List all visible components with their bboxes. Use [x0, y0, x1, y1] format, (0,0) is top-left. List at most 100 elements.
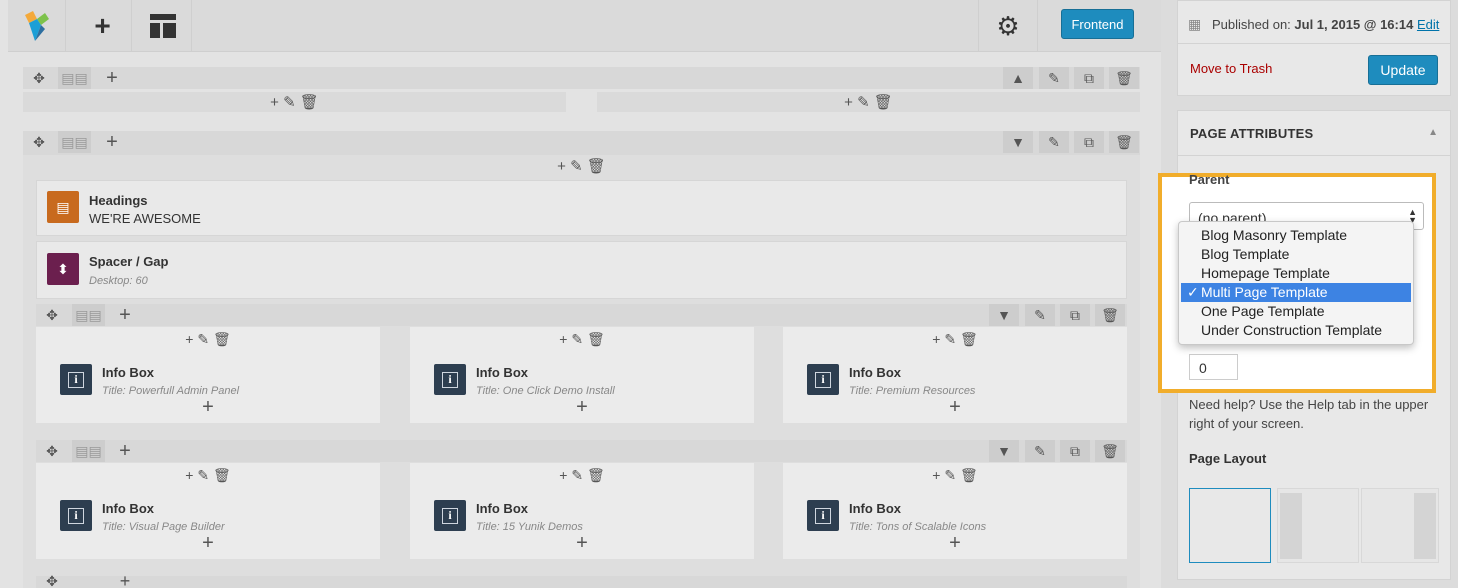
- info-icon: i: [807, 500, 839, 531]
- edit-date-link[interactable]: Edit: [1417, 17, 1439, 32]
- move-icon[interactable]: ✥: [27, 67, 51, 89]
- order-input[interactable]: 0: [1189, 354, 1238, 380]
- add-element-icon[interactable]: +: [410, 532, 754, 555]
- edit-row-icon[interactable]: ✎: [1025, 440, 1055, 462]
- move-to-trash-link[interactable]: Move to Trash: [1190, 61, 1272, 76]
- add-column-icon[interactable]: +: [100, 131, 124, 153]
- settings-gear-icon[interactable]: ⚙: [978, 0, 1038, 52]
- template-option[interactable]: Under Construction Template: [1179, 321, 1413, 340]
- builder-toolbar: + ⚙ Frontend: [8, 0, 1161, 52]
- edit-row-icon[interactable]: ✎: [1025, 304, 1055, 326]
- edit-row-icon[interactable]: ✎: [1039, 131, 1069, 153]
- column-layout-icon[interactable]: ▤▤: [58, 67, 91, 89]
- page-builder-editor: + ⚙ Frontend ✥ ▤▤ + ▲ ✎ ⧉ 🗑 + ✎ 🗑 + ✎ 🗑 …: [0, 0, 1161, 588]
- column-1-controls[interactable]: + ✎ 🗑: [23, 92, 566, 112]
- clone-row-icon[interactable]: ⧉: [1074, 67, 1104, 89]
- move-icon[interactable]: ✥: [40, 573, 64, 588]
- column-tools[interactable]: + ✎ 🗑: [36, 331, 380, 348]
- add-column-icon[interactable]: +: [113, 440, 137, 462]
- template-option[interactable]: Homepage Template: [1179, 264, 1413, 283]
- clone-row-icon[interactable]: ⧉: [1074, 131, 1104, 153]
- collapse-down-icon[interactable]: ▼: [989, 304, 1019, 326]
- add-column-icon[interactable]: +: [100, 67, 124, 89]
- add-element-icon[interactable]: +: [36, 396, 380, 419]
- move-icon[interactable]: ✥: [40, 440, 64, 462]
- column-layout-icon[interactable]: ▤▤: [72, 440, 105, 462]
- element-title: Info Box: [476, 365, 528, 380]
- move-icon[interactable]: ✥: [40, 304, 64, 326]
- collapse-down-icon[interactable]: ▼: [989, 440, 1019, 462]
- edit-row-icon[interactable]: ✎: [1039, 67, 1069, 89]
- row-1-controls: [23, 67, 1140, 89]
- collapse-up-icon[interactable]: ▲: [1003, 67, 1033, 89]
- column-layout-icon[interactable]: ▤▤: [72, 304, 105, 326]
- collapse-arrow-icon[interactable]: ▲: [1428, 127, 1438, 138]
- info-icon: i: [807, 364, 839, 395]
- logo-icon[interactable]: [8, 0, 66, 52]
- element-title: Info Box: [102, 365, 154, 380]
- template-option[interactable]: One Page Template: [1179, 302, 1413, 321]
- add-element-icon[interactable]: +: [36, 532, 380, 555]
- inner-row-3-controls: [36, 576, 1127, 588]
- add-element-icon[interactable]: +: [783, 396, 1127, 419]
- element-title: Info Box: [849, 501, 901, 516]
- delete-row-icon[interactable]: 🗑: [1109, 67, 1139, 89]
- add-column-icon[interactable]: +: [113, 304, 137, 326]
- info-box-element[interactable]: + ✎ 🗑 i Info Box Title: Premium Resource…: [783, 327, 1127, 423]
- layout-left-sidebar-option[interactable]: [1277, 488, 1359, 563]
- add-element-icon[interactable]: +: [783, 532, 1127, 555]
- collapse-down-icon[interactable]: ▼: [1003, 131, 1033, 153]
- clone-row-icon[interactable]: ⧉: [1060, 440, 1090, 462]
- delete-row-icon[interactable]: 🗑: [1109, 131, 1139, 153]
- frontend-button[interactable]: Frontend: [1061, 9, 1134, 39]
- inner-row-2-controls: [36, 440, 1127, 462]
- info-icon: i: [60, 364, 92, 395]
- delete-row-icon[interactable]: 🗑: [1095, 304, 1125, 326]
- element-title: Spacer / Gap: [89, 254, 169, 269]
- page-layout-heading: Page Layout: [1189, 451, 1267, 466]
- headings-element[interactable]: ▤ Headings WE'RE AWESOME: [36, 180, 1127, 236]
- info-box-element[interactable]: + ✎ 🗑 i Info Box Title: One Click Demo I…: [410, 327, 754, 423]
- headings-icon: ▤: [47, 191, 79, 223]
- add-element-icon[interactable]: +: [74, 0, 132, 52]
- column-tools[interactable]: + ✎ 🗑: [783, 331, 1127, 348]
- info-box-element[interactable]: + ✎ 🗑 i Info Box Title: Tons of Scalable…: [783, 463, 1127, 559]
- info-box-element[interactable]: + ✎ 🗑 i Info Box Title: 15 Yunik Demos +: [410, 463, 754, 559]
- templates-icon[interactable]: [134, 0, 192, 52]
- add-element-icon[interactable]: +: [410, 396, 754, 419]
- add-column-icon[interactable]: +: [113, 571, 137, 588]
- inner-row-1-controls: [36, 304, 1127, 326]
- info-icon: i: [434, 364, 466, 395]
- column-tools[interactable]: + ✎ 🗑: [783, 467, 1127, 484]
- column-layout-icon[interactable]: ▤▤: [58, 131, 91, 153]
- move-icon[interactable]: ✥: [27, 131, 51, 153]
- template-option[interactable]: Blog Masonry Template: [1179, 226, 1413, 245]
- published-date: Jul 1, 2015 @ 16:14: [1294, 17, 1414, 32]
- column-tools[interactable]: + ✎ 🗑: [36, 467, 380, 484]
- column-tools[interactable]: + ✎ 🗑: [410, 331, 754, 348]
- template-option-selected[interactable]: ✓ Multi Page Template: [1181, 283, 1411, 302]
- column-controls[interactable]: + ✎ 🗑: [23, 156, 1140, 176]
- layout-right-sidebar-option[interactable]: [1361, 488, 1439, 563]
- info-icon: i: [60, 500, 92, 531]
- column-2-controls[interactable]: + ✎ 🗑: [597, 92, 1140, 112]
- info-box-element[interactable]: + ✎ 🗑 i Info Box Title: Powerfull Admin …: [36, 327, 380, 423]
- info-box-element[interactable]: + ✎ 🗑 i Info Box Title: Visual Page Buil…: [36, 463, 380, 559]
- calendar-icon: ▦: [1188, 16, 1202, 32]
- published-label: Published on:: [1212, 17, 1291, 32]
- layout-full-width-option[interactable]: [1189, 488, 1271, 563]
- delete-row-icon[interactable]: 🗑: [1095, 440, 1125, 462]
- row-2-controls: [23, 131, 1140, 155]
- template-dropdown: Blog Masonry Template Blog Template Home…: [1178, 221, 1414, 345]
- template-option[interactable]: Blog Template: [1179, 245, 1413, 264]
- element-title: Info Box: [476, 501, 528, 516]
- spacer-element[interactable]: ⬍ Spacer / Gap Desktop: 60: [36, 241, 1127, 299]
- column-tools[interactable]: + ✎ 🗑: [410, 467, 754, 484]
- parent-label: Parent: [1189, 172, 1230, 187]
- update-button[interactable]: Update: [1368, 55, 1438, 85]
- element-subtitle: Desktop: 60: [89, 275, 148, 287]
- template-option-label: Multi Page Template: [1201, 284, 1328, 300]
- clone-row-icon[interactable]: ⧉: [1060, 304, 1090, 326]
- element-title: Info Box: [849, 365, 901, 380]
- element-subtitle: WE'RE AWESOME: [89, 211, 201, 226]
